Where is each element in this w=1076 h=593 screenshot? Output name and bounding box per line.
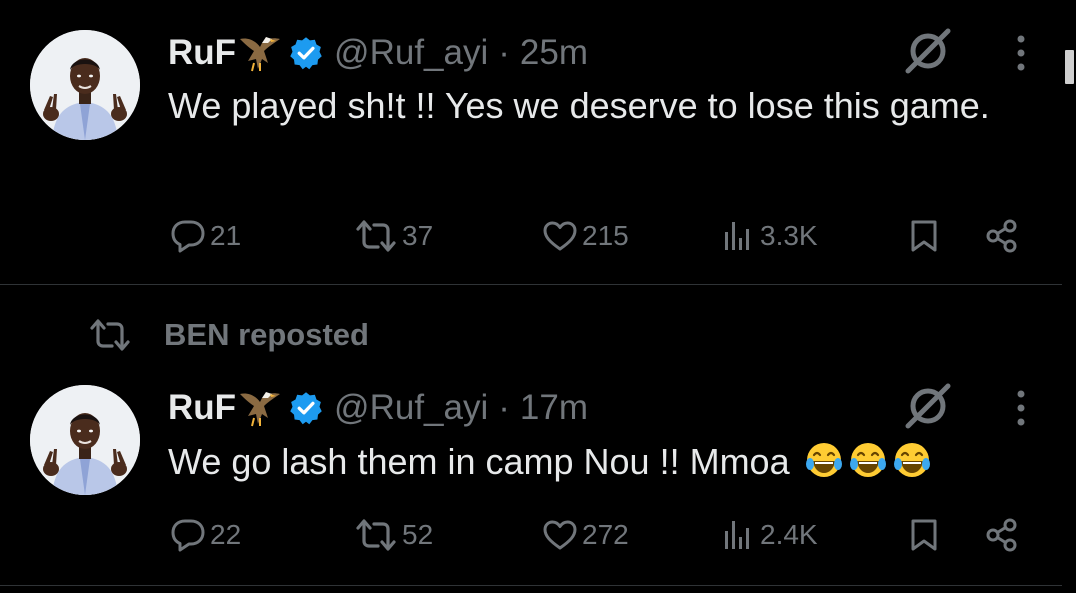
heart-icon <box>542 218 578 254</box>
timestamp[interactable]: 17m <box>520 388 588 428</box>
tweet-header: RuF @Ruf_ayi · 17m <box>168 385 588 431</box>
social-context: BEN reposted <box>88 315 369 355</box>
author-name[interactable]: RuF <box>168 33 236 73</box>
reply-button[interactable]: 21 <box>170 216 241 256</box>
timestamp[interactable]: 25m <box>520 33 588 73</box>
action-bar: 21 37 215 3.3K <box>168 216 1048 256</box>
views-button[interactable]: 3.3K <box>720 216 818 256</box>
repost-icon <box>354 517 398 553</box>
reposted-by-label[interactable]: BEN reposted <box>164 317 369 353</box>
avatar[interactable] <box>30 30 140 140</box>
tweet-text: We played sh!t !! Yes we deserve to lose… <box>168 85 990 126</box>
repost-icon <box>88 317 132 353</box>
bookmark-icon <box>906 218 942 254</box>
reply-icon <box>170 218 206 254</box>
avatar[interactable] <box>30 385 140 495</box>
like-button[interactable]: 215 <box>542 216 629 256</box>
divider <box>0 585 1062 586</box>
tears-of-joy-emoji <box>892 440 932 480</box>
tweet-text: We go lash them in camp Nou !! Mmoa <box>168 441 790 482</box>
author-name[interactable]: RuF <box>168 388 236 428</box>
tears-of-joy-emoji <box>848 440 888 480</box>
eagle-icon <box>238 388 282 428</box>
tweet[interactable]: BEN reposted RuF @Ruf_ayi · 17m We go la… <box>0 285 1062 585</box>
author-handle[interactable]: @Ruf_ayi <box>334 388 488 428</box>
views-icon <box>720 218 756 254</box>
share-icon <box>984 517 1020 553</box>
repost-icon <box>354 218 398 254</box>
reply-count: 22 <box>210 519 242 550</box>
heart-icon <box>542 517 578 553</box>
reply-count: 21 <box>210 220 242 251</box>
share-icon <box>984 218 1020 254</box>
repost-button[interactable]: 52 <box>354 515 433 555</box>
view-count: 3.3K <box>760 220 818 251</box>
eagle-icon <box>238 33 282 73</box>
more-options-icon[interactable] <box>1008 33 1034 73</box>
scrollbar-thumb[interactable] <box>1065 50 1074 84</box>
tweet-text-container: We go lash them in camp Nou !! Mmoa <box>168 435 1038 489</box>
like-button[interactable]: 272 <box>542 515 629 555</box>
like-count: 272 <box>582 519 629 550</box>
separator-dot: · <box>498 33 510 72</box>
reply-icon <box>170 517 206 553</box>
repost-button[interactable]: 37 <box>354 216 433 256</box>
views-button[interactable]: 2.4K <box>720 515 818 555</box>
tweet[interactable]: RuF @Ruf_ayi · 25m We played sh!t !! Yes… <box>0 0 1062 284</box>
action-bar: 22 52 272 2.4K <box>168 515 1048 555</box>
bookmark-icon <box>906 517 942 553</box>
reply-button[interactable]: 22 <box>170 515 241 555</box>
verified-badge-icon[interactable] <box>288 35 324 71</box>
author-handle[interactable]: @Ruf_ayi <box>334 33 488 73</box>
bookmark-button[interactable] <box>906 216 942 256</box>
share-button[interactable] <box>984 515 1020 555</box>
more-options-icon[interactable] <box>1008 388 1034 428</box>
separator-dot: · <box>498 388 510 427</box>
share-button[interactable] <box>984 216 1020 256</box>
like-count: 215 <box>582 220 629 251</box>
view-count: 2.4K <box>760 519 818 550</box>
grok-icon[interactable] <box>900 378 956 434</box>
views-icon <box>720 517 756 553</box>
tears-of-joy-emoji <box>804 440 844 480</box>
repost-count: 37 <box>402 220 434 251</box>
repost-count: 52 <box>402 519 434 550</box>
tweet-header: RuF @Ruf_ayi · 25m <box>168 30 588 76</box>
bookmark-button[interactable] <box>906 515 942 555</box>
verified-badge-icon[interactable] <box>288 390 324 426</box>
grok-icon[interactable] <box>900 23 956 79</box>
